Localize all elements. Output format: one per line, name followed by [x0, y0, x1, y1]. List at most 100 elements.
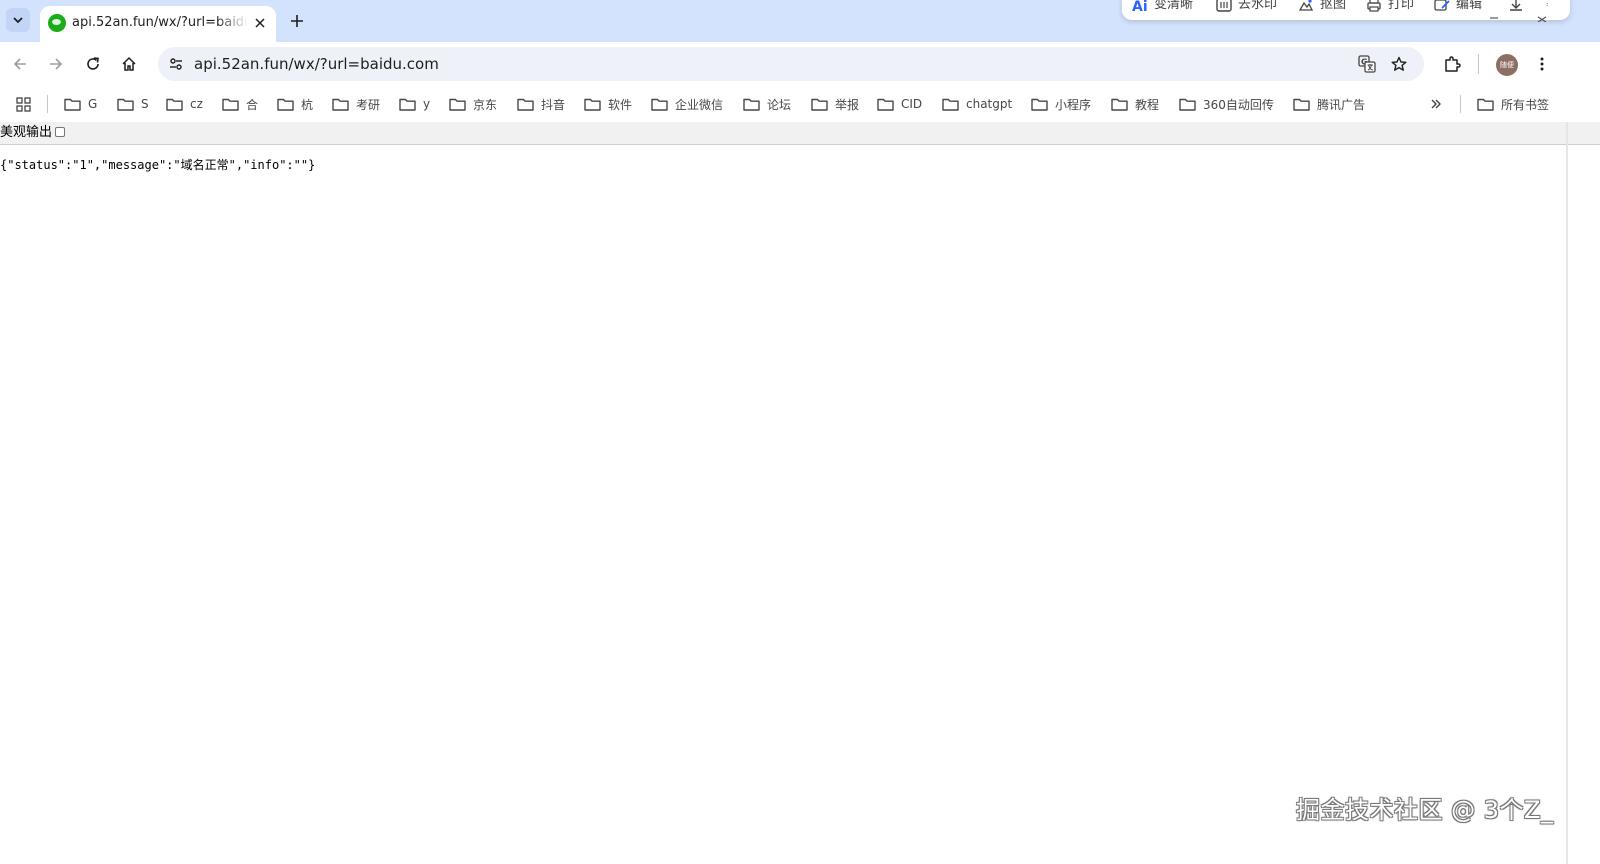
more-tools-button[interactable] [1546, 0, 1558, 12]
remove-watermark-tool[interactable]: 去水印 [1216, 0, 1277, 12]
print-label: 打印 [1388, 0, 1415, 12]
bookmark-label: 杭 [301, 97, 314, 112]
bookmarks-bar: G Scz 合 杭 考研 y 京东 抖音 软件 企业微信 论坛 举报 CID chatgpt 小程序 教程 36… [0, 86, 1600, 122]
address-bar[interactable]: api.52an.fun/wx/?url=baidu.com G [158, 47, 1424, 81]
folder-icon [1111, 98, 1128, 111]
bookmark-label: cz [190, 97, 203, 111]
home-button[interactable] [117, 52, 141, 76]
bookmark-folder[interactable]: 腾讯广告 [1293, 95, 1365, 113]
edit-tool[interactable]: 编辑 [1434, 0, 1482, 12]
bookmarks-divider [47, 95, 48, 113]
cutout-icon [1298, 0, 1314, 11]
restore-window-icon[interactable] [1488, 12, 1500, 22]
bookmark-folder[interactable]: cz [166, 95, 203, 113]
cutout-label: 抠图 [1320, 0, 1347, 12]
tune-icon [170, 58, 182, 70]
folder-icon [1477, 98, 1494, 111]
close-window-icon[interactable] [1536, 12, 1548, 22]
folder-icon [449, 98, 466, 111]
url-text[interactable]: api.52an.fun/wx/?url=baidu.com [194, 53, 439, 75]
translate-button[interactable]: G [1356, 53, 1378, 75]
tab-search-button[interactable] [6, 8, 30, 32]
bookmark-folder[interactable]: 论坛 [743, 95, 791, 113]
bookmark-folder[interactable]: 京东 [449, 95, 497, 113]
bookmark-folder[interactable]: 软件 [584, 95, 632, 113]
bookmark-folder[interactable]: CID [877, 95, 922, 113]
tab-title: api.52an.fun/wx/?url=baidu.com [72, 15, 248, 30]
all-bookmarks-label: 所有书签 [1501, 97, 1550, 112]
bookmark-label: CID [901, 97, 923, 111]
tab-close-button[interactable] [250, 13, 270, 33]
bookmark-folder[interactable]: 合 [222, 95, 258, 113]
bookmark-label: 企业微信 [675, 97, 724, 112]
bookmark-label: 软件 [608, 97, 633, 112]
all-bookmarks-folder[interactable]: 所有书签 [1477, 95, 1549, 113]
folder-icon [1031, 98, 1048, 111]
download-tool[interactable] [1508, 0, 1530, 12]
bookmark-star-button[interactable] [1388, 53, 1410, 75]
profile-avatar[interactable]: 随便 [1496, 54, 1518, 76]
cutout-tool[interactable]: 抠图 [1298, 0, 1346, 12]
bookmark-label: 考研 [356, 97, 381, 112]
pretty-print-checkbox[interactable] [55, 127, 65, 137]
back-button[interactable] [8, 52, 32, 76]
plus-icon [291, 15, 303, 27]
home-icon [122, 56, 136, 71]
pretty-print-bar: 美观输出 [0, 122, 1600, 145]
bookmark-folder[interactable]: 抖音 [517, 95, 565, 113]
printer-icon [1367, 0, 1381, 12]
extensions-button[interactable] [1440, 52, 1464, 76]
folder-icon [399, 98, 416, 111]
bookmark-folder[interactable]: 考研 [332, 95, 380, 113]
bookmark-folder[interactable]: y [399, 95, 430, 113]
bookmark-folder[interactable]: chatgpt [942, 95, 1012, 113]
watermark-icon [1216, 0, 1232, 12]
ai-icon: Ai [1132, 0, 1148, 12]
folder-icon [942, 98, 959, 111]
bookmark-folder[interactable]: 教程 [1111, 95, 1159, 113]
reload-button[interactable] [81, 52, 105, 76]
site-info-button[interactable] [164, 52, 188, 76]
bookmark-folder[interactable]: 企业微信 [651, 95, 723, 113]
folder-icon [222, 98, 239, 111]
arrow-left-icon [13, 58, 26, 70]
apps-grid-icon [16, 96, 31, 112]
apps-button[interactable] [16, 95, 38, 113]
bookmark-folder[interactable]: 杭 [277, 95, 313, 113]
sharpen-tool[interactable]: Ai 变清晰 [1132, 0, 1193, 12]
folder-icon [1293, 98, 1310, 111]
bookmarks-overflow-button[interactable] [1430, 95, 1449, 113]
bookmarks-divider-right [1460, 95, 1461, 113]
new-tab-button[interactable] [286, 10, 308, 32]
bookmark-label: y [423, 97, 431, 111]
bookmark-label: G [88, 97, 98, 111]
bookmark-folder[interactable]: S [117, 95, 149, 113]
bookmark-label: 腾讯广告 [1317, 97, 1366, 112]
bookmark-label: 小程序 [1055, 97, 1092, 112]
folder-icon [651, 98, 668, 111]
remove-watermark-label: 去水印 [1238, 0, 1278, 12]
page-scrollbar[interactable] [1566, 122, 1568, 864]
bookmark-folder[interactable]: 举报 [811, 95, 859, 113]
forward-button[interactable] [44, 52, 68, 76]
reload-icon [87, 57, 99, 70]
puzzle-icon [1445, 56, 1461, 72]
wechat-favicon-icon [48, 14, 66, 32]
bookmark-label: chatgpt [966, 97, 1013, 111]
active-tab[interactable]: api.52an.fun/wx/?url=baidu.com [40, 6, 276, 42]
close-icon [255, 18, 265, 28]
toolbar-divider [1478, 54, 1479, 74]
edit-label: 编辑 [1456, 0, 1483, 12]
more-vertical-icon [1546, 3, 1548, 6]
browser-menu-button[interactable] [1530, 52, 1554, 76]
print-tool[interactable]: 打印 [1366, 0, 1414, 12]
download-icon [1510, 0, 1522, 11]
folder-icon [743, 98, 760, 111]
arrow-right-icon [50, 58, 63, 70]
sharpen-label: 变清晰 [1154, 0, 1194, 12]
bookmark-folder[interactable]: G [64, 95, 97, 113]
image-tools-panel: Ai 变清晰 去水印 抠图 打印 编辑 [1122, 0, 1570, 20]
bookmark-folder[interactable]: 360自动回传 [1179, 95, 1274, 113]
bookmark-label: 抖音 [541, 97, 566, 112]
bookmark-folder[interactable]: 小程序 [1031, 95, 1091, 113]
